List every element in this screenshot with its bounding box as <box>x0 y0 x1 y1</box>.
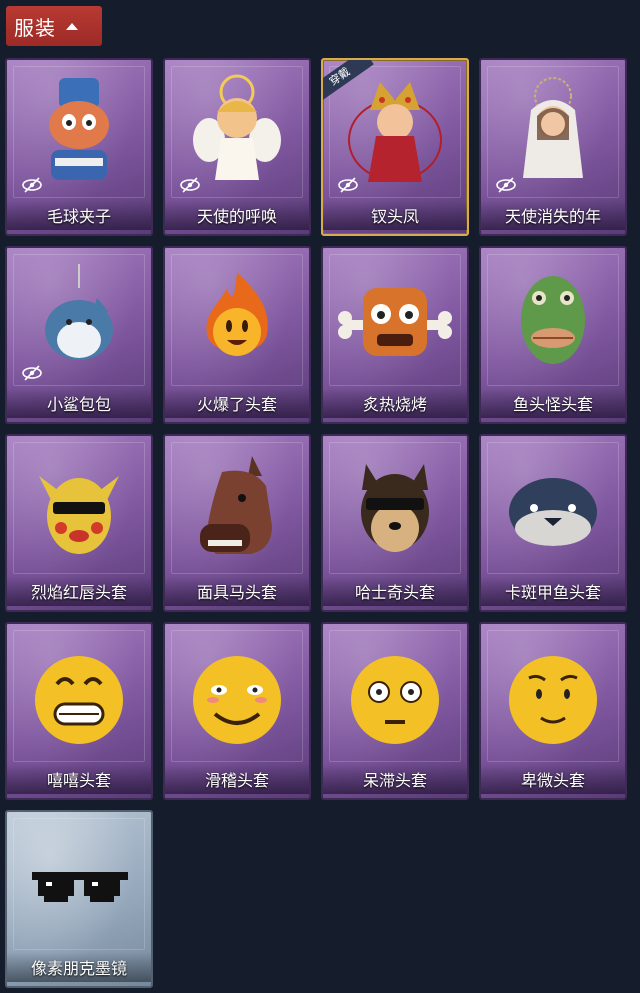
costume-card[interactable]: 火爆了头套 <box>163 246 311 424</box>
hidden-eye-icon[interactable] <box>21 362 43 384</box>
costume-name: 烈焰红唇头套 <box>7 576 151 606</box>
costume-name: 天使的呼唤 <box>165 200 309 230</box>
costume-name: 卡斑甲鱼头套 <box>481 576 625 606</box>
costume-card[interactable]: 滑稽头套 <box>163 622 311 800</box>
costume-name: 钗头凤 <box>323 200 467 230</box>
costume-category-tab[interactable]: 服装 <box>6 6 102 46</box>
costume-name: 哈士奇头套 <box>323 576 467 606</box>
costume-name: 炙热烧烤 <box>323 388 467 418</box>
pikachu-mask-image <box>7 436 151 576</box>
costume-card[interactable]: 面具马头套 <box>163 434 311 612</box>
costume-card[interactable]: 哈士奇头套 <box>321 434 469 612</box>
costume-card[interactable]: 卡斑甲鱼头套 <box>479 434 627 612</box>
costume-card[interactable]: 天使的呼唤 <box>163 58 311 236</box>
funny-emoji-mask-image <box>165 624 309 764</box>
costume-name: 面具马头套 <box>165 576 309 606</box>
costume-card[interactable]: 呆滞头套 <box>321 622 469 800</box>
costume-card[interactable]: 卑微头套 <box>479 622 627 800</box>
costume-name: 鱼头怪头套 <box>481 388 625 418</box>
costume-card[interactable]: 烈焰红唇头套 <box>5 434 153 612</box>
fish-head-mask-image <box>481 248 625 388</box>
humble-emoji-mask-image <box>481 624 625 764</box>
grin-emoji-mask-image <box>7 624 151 764</box>
costume-name: 嘻嘻头套 <box>7 764 151 794</box>
costume-name: 像素朋克墨镜 <box>7 952 151 982</box>
costume-card[interactable]: 炙热烧烤 <box>321 246 469 424</box>
dazed-emoji-mask-image <box>323 624 467 764</box>
costume-card[interactable]: 毛球夹子 <box>5 58 153 236</box>
meat-mask-image <box>323 248 467 388</box>
hidden-eye-icon[interactable] <box>337 174 359 196</box>
costume-name: 卑微头套 <box>481 764 625 794</box>
husky-mask-image <box>323 436 467 576</box>
costume-card[interactable]: 嘻嘻头套 <box>5 622 153 800</box>
hidden-eye-icon[interactable] <box>179 174 201 196</box>
costume-card[interactable]: 小鲨包包 <box>5 246 153 424</box>
costume-grid: 毛球夹子 天使的呼唤 穿戴 钗头凤 天使消失的年 小鲨包包 火爆了头套 炙热烧烤… <box>5 58 627 988</box>
costume-card-equipped[interactable]: 穿戴 钗头凤 <box>321 58 469 236</box>
turtle-mask-image <box>481 436 625 576</box>
costume-card[interactable]: 天使消失的年 <box>479 58 627 236</box>
fire-mask-image <box>165 248 309 388</box>
hidden-eye-icon[interactable] <box>21 174 43 196</box>
costume-name: 呆滞头套 <box>323 764 467 794</box>
costume-name: 毛球夹子 <box>7 200 151 230</box>
hidden-eye-icon[interactable] <box>495 174 517 196</box>
chevron-up-icon <box>66 22 78 30</box>
horse-mask-image <box>165 436 309 576</box>
costume-card[interactable]: 鱼头怪头套 <box>479 246 627 424</box>
costume-name: 小鲨包包 <box>7 388 151 418</box>
costume-name: 天使消失的年 <box>481 200 625 230</box>
costume-name: 滑稽头套 <box>165 764 309 794</box>
pixel-sunglasses-image <box>7 812 151 952</box>
category-title: 服装 <box>14 15 56 40</box>
costume-card[interactable]: 像素朋克墨镜 <box>5 810 153 988</box>
costume-name: 火爆了头套 <box>165 388 309 418</box>
